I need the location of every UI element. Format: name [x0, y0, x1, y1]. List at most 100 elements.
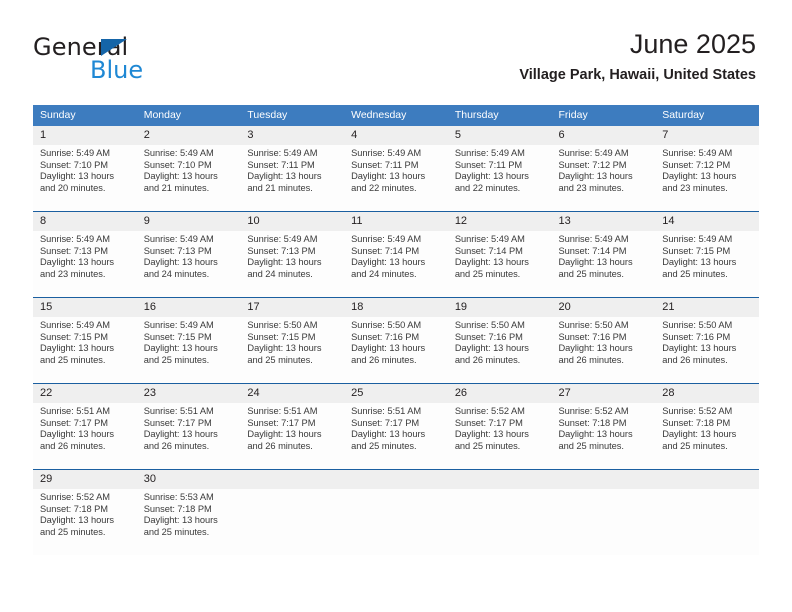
daylight-text: Daylight: 13 hours: [454, 171, 529, 182]
day-number[interactable]: 29: [33, 470, 137, 489]
day-cell[interactable]: Sunrise: 5:49 AM Sunset: 7:10 PM Dayligh…: [33, 145, 137, 211]
day-number[interactable]: 18: [344, 298, 448, 317]
day-cell[interactable]: Sunrise: 5:50 AM Sunset: 7:16 PM Dayligh…: [655, 317, 759, 383]
day-number[interactable]: 1: [33, 126, 137, 145]
day-cell[interactable]: Sunrise: 5:49 AM Sunset: 7:15 PM Dayligh…: [655, 231, 759, 297]
day-number[interactable]: 16: [136, 298, 241, 317]
day-cell[interactable]: Sunrise: 5:49 AM Sunset: 7:10 PM Dayligh…: [136, 145, 241, 211]
day-cell[interactable]: Sunrise: 5:49 AM Sunset: 7:14 PM Dayligh…: [447, 231, 552, 297]
sunset-text: Sunset: 7:13 PM: [247, 245, 316, 256]
sunset-text: Sunset: 7:12 PM: [558, 159, 627, 170]
day-cell[interactable]: Sunrise: 5:51 AM Sunset: 7:17 PM Dayligh…: [344, 403, 448, 469]
daylight-text-cont: and 21 minutes.: [247, 182, 313, 193]
day-number[interactable]: 7: [655, 126, 759, 145]
daylight-text: Daylight: 13 hours: [247, 171, 322, 182]
day-cell[interactable]: Sunrise: 5:51 AM Sunset: 7:17 PM Dayligh…: [33, 403, 137, 469]
sunset-text: Sunset: 7:14 PM: [454, 245, 523, 256]
day-cell[interactable]: Sunrise: 5:52 AM Sunset: 7:18 PM Dayligh…: [551, 403, 656, 469]
day-cell[interactable]: Sunrise: 5:52 AM Sunset: 7:18 PM Dayligh…: [33, 489, 137, 555]
day-cell[interactable]: Sunrise: 5:49 AM Sunset: 7:11 PM Dayligh…: [344, 145, 448, 211]
day-cell-empty: [344, 489, 448, 555]
day-number-empty: [447, 470, 552, 489]
day-number[interactable]: 15: [33, 298, 137, 317]
week-row-daynumbers: 8 9 10 11 12 13 14: [33, 212, 759, 231]
day-number[interactable]: 19: [447, 298, 552, 317]
day-number[interactable]: 5: [447, 126, 552, 145]
general-blue-logo[interactable]: General Blue: [33, 33, 213, 85]
daylight-text-cont: and 25 minutes.: [143, 526, 210, 537]
sunset-text: Sunset: 7:17 PM: [40, 417, 108, 428]
weekday-header-sunday: Sunday: [33, 105, 137, 126]
daylight-text: Daylight: 13 hours: [662, 343, 737, 354]
day-cell[interactable]: Sunrise: 5:52 AM Sunset: 7:18 PM Dayligh…: [655, 403, 759, 469]
day-cell[interactable]: Sunrise: 5:49 AM Sunset: 7:11 PM Dayligh…: [447, 145, 552, 211]
daylight-text: Daylight: 13 hours: [351, 257, 426, 268]
day-number[interactable]: 30: [136, 470, 241, 489]
daylight-text-cont: and 20 minutes.: [40, 182, 106, 193]
day-cell[interactable]: Sunrise: 5:50 AM Sunset: 7:16 PM Dayligh…: [447, 317, 552, 383]
day-cell[interactable]: Sunrise: 5:53 AM Sunset: 7:18 PM Dayligh…: [136, 489, 241, 555]
day-number[interactable]: 20: [551, 298, 656, 317]
day-number[interactable]: 4: [344, 126, 448, 145]
sunrise-text: Sunrise: 5:49 AM: [662, 234, 733, 244]
day-number[interactable]: 2: [136, 126, 241, 145]
day-number[interactable]: 9: [136, 212, 241, 231]
sunrise-text: Sunrise: 5:53 AM: [143, 492, 214, 502]
day-cell[interactable]: Sunrise: 5:49 AM Sunset: 7:15 PM Dayligh…: [33, 317, 137, 383]
day-cell[interactable]: Sunrise: 5:51 AM Sunset: 7:17 PM Dayligh…: [240, 403, 345, 469]
day-number[interactable]: 11: [344, 212, 448, 231]
sunrise-text: Sunrise: 5:52 AM: [662, 406, 733, 416]
day-number[interactable]: 13: [551, 212, 656, 231]
daylight-text: Daylight: 13 hours: [247, 343, 322, 354]
week-row-details: Sunrise: 5:49 AM Sunset: 7:10 PM Dayligh…: [33, 145, 759, 211]
daylight-text: Daylight: 13 hours: [143, 171, 218, 182]
sunset-text: Sunset: 7:15 PM: [40, 331, 108, 342]
day-number[interactable]: 28: [655, 384, 759, 403]
day-number[interactable]: 27: [551, 384, 656, 403]
daylight-text-cont: and 26 minutes.: [454, 354, 521, 365]
weekday-header-tuesday: Tuesday: [240, 105, 345, 126]
day-cell[interactable]: Sunrise: 5:50 AM Sunset: 7:15 PM Dayligh…: [240, 317, 345, 383]
day-number[interactable]: 10: [240, 212, 345, 231]
day-number[interactable]: 14: [655, 212, 759, 231]
sunset-text: Sunset: 7:18 PM: [143, 503, 212, 514]
day-cell[interactable]: Sunrise: 5:52 AM Sunset: 7:17 PM Dayligh…: [447, 403, 552, 469]
daylight-text-cont: and 26 minutes.: [143, 440, 210, 451]
day-number[interactable]: 17: [240, 298, 345, 317]
day-number[interactable]: 3: [240, 126, 345, 145]
day-cell[interactable]: Sunrise: 5:49 AM Sunset: 7:12 PM Dayligh…: [655, 145, 759, 211]
daylight-text-cont: and 26 minutes.: [351, 354, 417, 365]
day-number[interactable]: 24: [240, 384, 345, 403]
day-number[interactable]: 26: [447, 384, 552, 403]
sunset-text: Sunset: 7:16 PM: [662, 331, 731, 342]
daylight-text-cont: and 26 minutes.: [662, 354, 728, 365]
day-cell[interactable]: Sunrise: 5:49 AM Sunset: 7:15 PM Dayligh…: [136, 317, 241, 383]
day-number[interactable]: 8: [33, 212, 137, 231]
sunrise-text: Sunrise: 5:50 AM: [662, 320, 733, 330]
day-cell-empty: [655, 489, 759, 555]
day-number[interactable]: 25: [344, 384, 448, 403]
day-cell[interactable]: Sunrise: 5:49 AM Sunset: 7:14 PM Dayligh…: [344, 231, 448, 297]
daylight-text: Daylight: 13 hours: [40, 429, 115, 440]
daylight-text: Daylight: 13 hours: [40, 171, 115, 182]
day-cell[interactable]: Sunrise: 5:49 AM Sunset: 7:12 PM Dayligh…: [551, 145, 656, 211]
day-cell[interactable]: Sunrise: 5:50 AM Sunset: 7:16 PM Dayligh…: [551, 317, 656, 383]
daylight-text: Daylight: 13 hours: [662, 171, 737, 182]
day-cell[interactable]: Sunrise: 5:49 AM Sunset: 7:13 PM Dayligh…: [136, 231, 241, 297]
day-cell[interactable]: Sunrise: 5:50 AM Sunset: 7:16 PM Dayligh…: [344, 317, 448, 383]
day-cell[interactable]: Sunrise: 5:49 AM Sunset: 7:14 PM Dayligh…: [551, 231, 656, 297]
day-number[interactable]: 21: [655, 298, 759, 317]
sunrise-text: Sunrise: 5:51 AM: [40, 406, 110, 416]
day-cell[interactable]: Sunrise: 5:49 AM Sunset: 7:13 PM Dayligh…: [33, 231, 137, 297]
day-number[interactable]: 22: [33, 384, 137, 403]
day-number[interactable]: 23: [136, 384, 241, 403]
day-number[interactable]: 6: [551, 126, 656, 145]
daylight-text-cont: and 24 minutes.: [247, 268, 313, 279]
daylight-text-cont: and 25 minutes.: [662, 268, 728, 279]
day-cell[interactable]: Sunrise: 5:49 AM Sunset: 7:13 PM Dayligh…: [240, 231, 345, 297]
sunset-text: Sunset: 7:18 PM: [662, 417, 731, 428]
day-number[interactable]: 12: [447, 212, 552, 231]
day-cell[interactable]: Sunrise: 5:51 AM Sunset: 7:17 PM Dayligh…: [136, 403, 241, 469]
sunrise-text: Sunrise: 5:51 AM: [143, 406, 214, 416]
day-cell[interactable]: Sunrise: 5:49 AM Sunset: 7:11 PM Dayligh…: [240, 145, 345, 211]
